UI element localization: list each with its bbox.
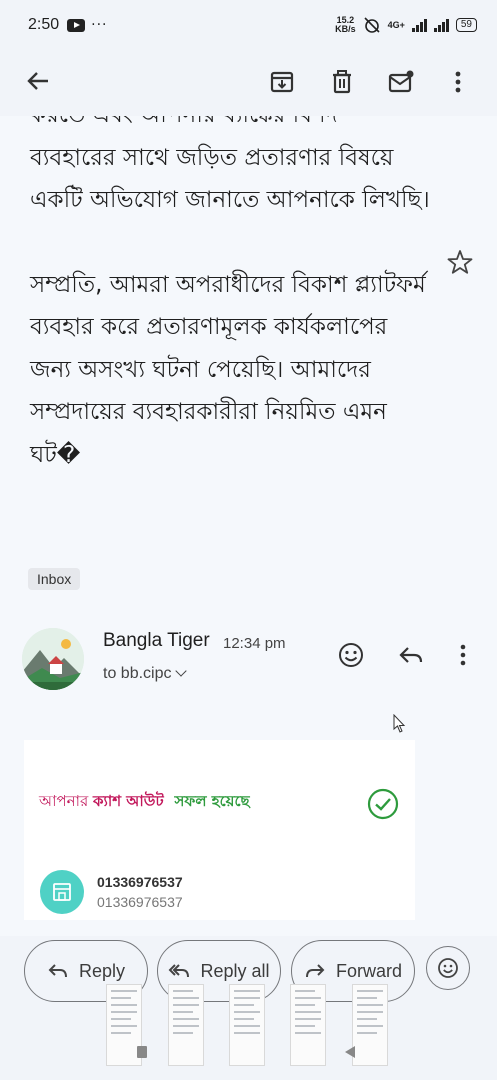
smiley-icon — [438, 958, 458, 978]
battery-icon: 59 — [455, 18, 477, 32]
network-speed: 15.2 KB/s — [335, 16, 356, 34]
reply-icon[interactable] — [396, 640, 426, 670]
delete-icon[interactable] — [328, 68, 356, 96]
reply-actions-bar: Reply Reply all Forward — [0, 936, 497, 1080]
signal-icon — [411, 18, 427, 32]
more-notifications-indicator: ··· — [91, 17, 108, 33]
sent-time: 12:34 pm — [223, 635, 286, 652]
cashout-message: আপনার ক্যাশ আউট সফল হয়েছে — [39, 790, 250, 815]
sender-name[interactable]: Bangla Tiger — [103, 630, 210, 652]
label-chip-inbox[interactable]: Inbox — [28, 568, 81, 590]
message-more-icon[interactable] — [448, 640, 478, 670]
cashout-prefix: আপনার — [39, 792, 89, 810]
message-body: করতে এবং আপনার ব্যাঙ্কের বিশদ ব্যবহারের … — [30, 116, 430, 518]
account-number-primary: 01336976537 — [97, 874, 183, 890]
net-speed-unit: KB/s — [335, 24, 356, 34]
app-bar — [0, 50, 497, 116]
cashout-success: সফল হয়েছে — [174, 792, 250, 810]
nav-back-icon[interactable] — [342, 1044, 358, 1060]
recipient-text: to bb.cipc — [103, 665, 172, 682]
emoji-react-icon[interactable] — [336, 640, 366, 670]
star-icon[interactable] — [446, 248, 474, 276]
status-bar: 2:50 ··· 15.2 KB/s 4G+ 59 — [0, 0, 497, 50]
recent-thumbnail[interactable] — [290, 984, 326, 1066]
message-paragraph-1: করতে এবং আপনার ব্যাঙ্কের বিশদ ব্যবহারের … — [30, 116, 430, 213]
mouse-cursor-icon — [393, 714, 406, 733]
recent-thumbnail[interactable] — [229, 984, 265, 1066]
cashout-label: ক্যাশ আউট — [93, 792, 164, 810]
sender-avatar[interactable] — [22, 628, 84, 690]
reply-label: Reply — [78, 960, 126, 981]
mark-unread-icon[interactable] — [387, 68, 415, 96]
reply-all-label: Reply all — [200, 960, 270, 981]
recent-thumbnail[interactable] — [168, 984, 204, 1066]
network-type: 4G+ — [387, 20, 405, 30]
signal-2-icon — [433, 18, 449, 32]
status-time: 2:50 — [28, 16, 60, 33]
forward-label: Forward — [335, 960, 402, 981]
message-paragraph-2: সম্প্রতি, আমরা অপরাধীদের বিকাশ প্ল্যাটফর… — [30, 271, 426, 468]
avatar-landscape-image — [22, 628, 84, 690]
nav-recents-icon[interactable] — [134, 1044, 150, 1060]
recent-apps-strip — [0, 984, 497, 1080]
chevron-down-icon — [175, 665, 188, 677]
back-arrow-icon[interactable] — [24, 66, 54, 96]
status-right: 15.2 KB/s 4G+ 59 — [335, 16, 477, 34]
recipient-details[interactable]: to bb.cipc — [103, 665, 188, 683]
forward-arrow-icon — [305, 964, 325, 978]
attachment-preview-card[interactable]: আপনার ক্যাশ আউট সফল হয়েছে 01336976537 0… — [24, 740, 415, 920]
check-circle-icon — [367, 788, 399, 820]
message-view[interactable]: করতে এবং আপনার ব্যাঙ্কের বিশদ ব্যবহারের … — [0, 116, 497, 936]
reply-arrow-icon — [48, 964, 67, 978]
account-number-secondary: 01336976537 — [97, 894, 183, 910]
archive-icon[interactable] — [268, 68, 296, 96]
more-vert-icon[interactable] — [444, 68, 472, 96]
reply-all-icon — [169, 964, 190, 978]
youtube-notification-icon — [67, 18, 86, 32]
store-icon — [40, 870, 84, 914]
alarm-off-icon — [364, 17, 380, 33]
